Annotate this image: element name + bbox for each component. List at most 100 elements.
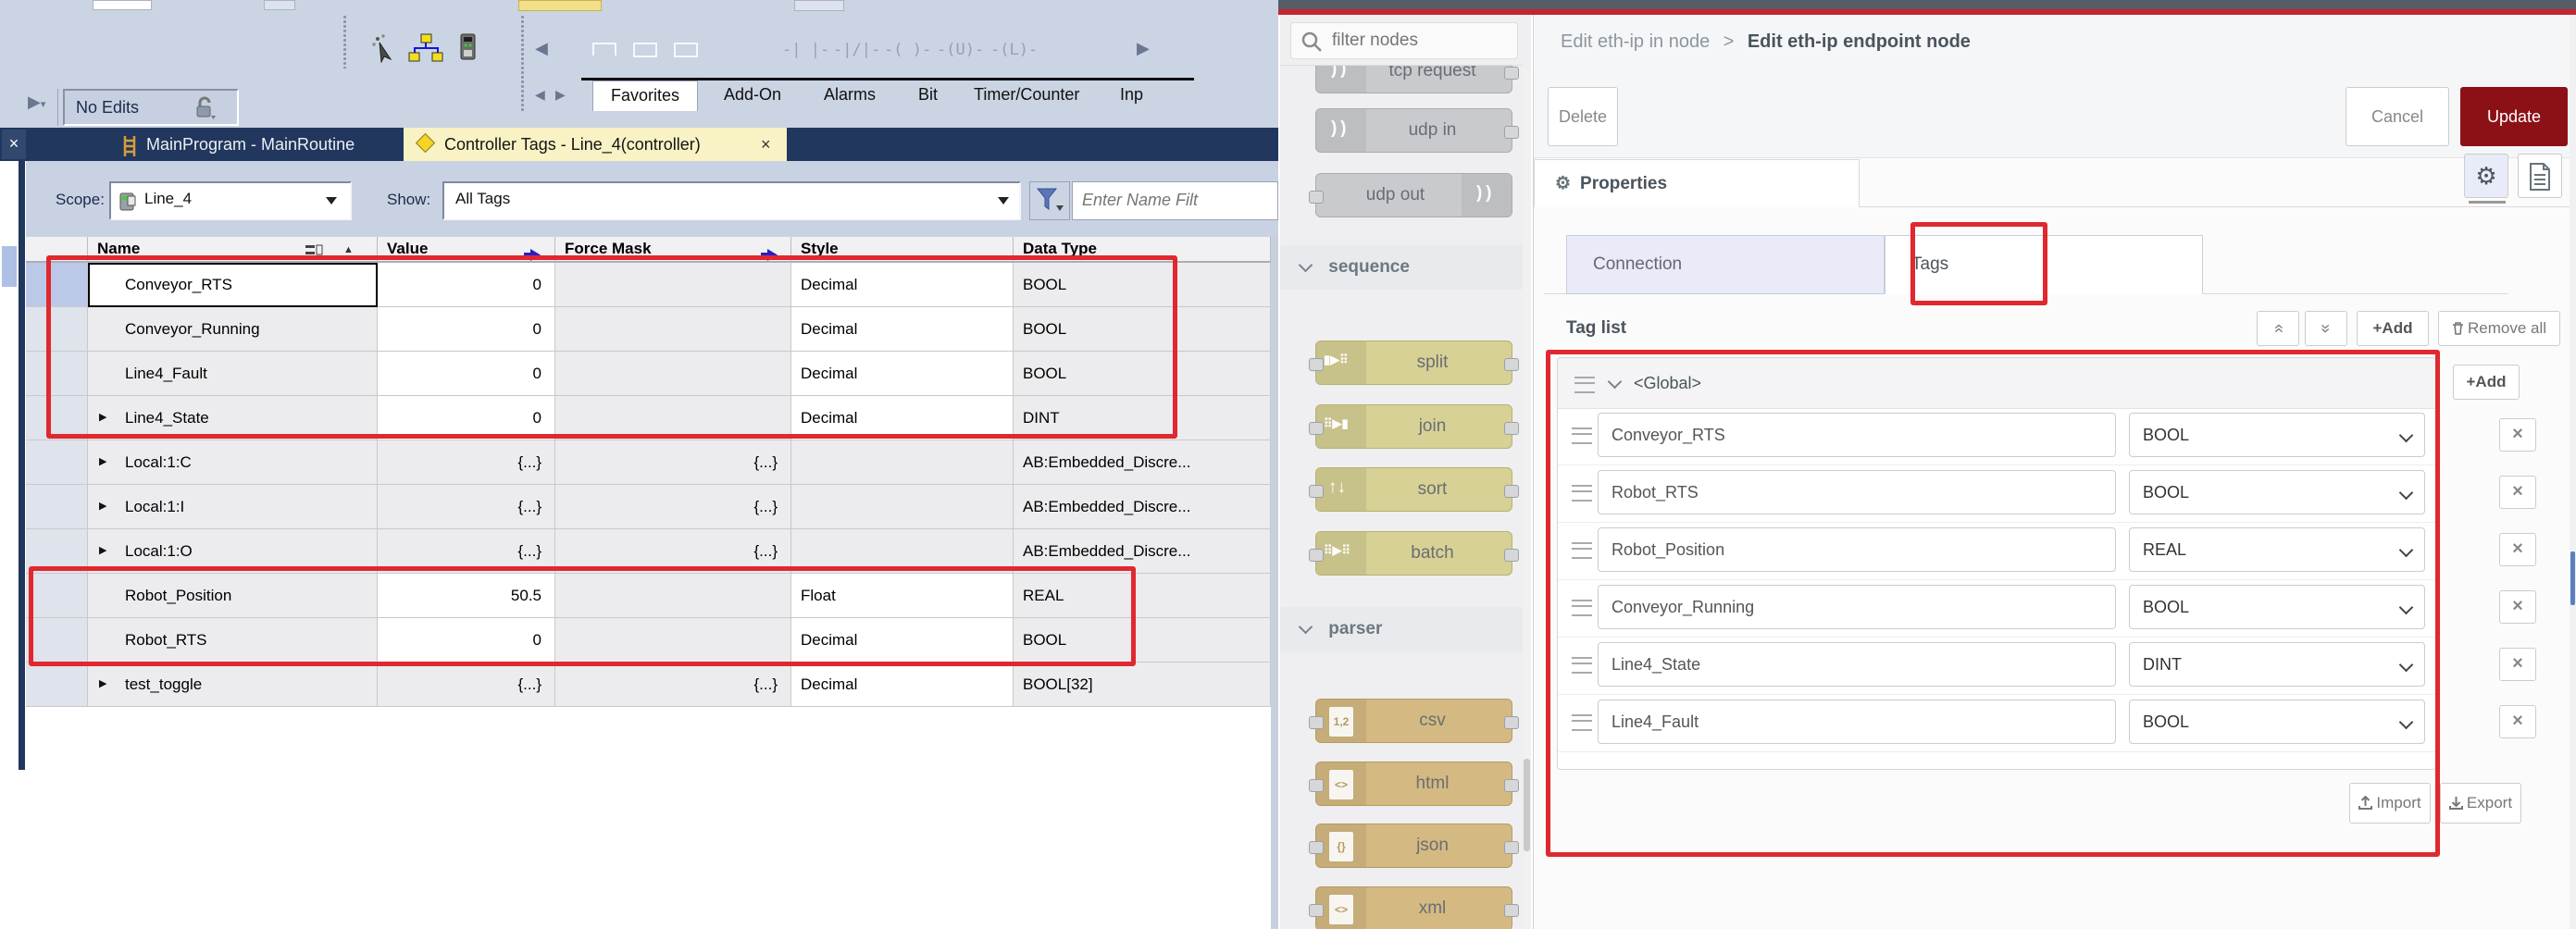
row-margin[interactable] xyxy=(26,440,88,485)
palette-node-sort[interactable]: ↑↓ sort xyxy=(1315,467,1512,512)
tag-group-header[interactable]: <Global> xyxy=(1558,358,2435,409)
row-margin[interactable] xyxy=(26,396,88,440)
move-up-button[interactable]: » xyxy=(2257,311,2299,346)
wand-pointer-icon[interactable] xyxy=(368,31,400,63)
tab-close-icon[interactable]: × xyxy=(761,128,771,161)
tag-name-cell[interactable]: Line4_Fault xyxy=(88,352,378,396)
tag-style-cell[interactable]: Decimal xyxy=(791,618,1014,663)
remove-tag-button[interactable]: × xyxy=(2499,476,2536,509)
row-margin[interactable] xyxy=(26,352,88,396)
name-filter-input[interactable] xyxy=(1080,190,1278,211)
tag-value-cell[interactable]: {...} xyxy=(378,663,555,707)
drag-handle-icon[interactable] xyxy=(1572,600,1592,616)
instruction-tab-addon[interactable]: Add-On xyxy=(724,85,781,105)
tag-name-cell[interactable]: ▶Local:1:C xyxy=(88,440,378,485)
remove-tag-button[interactable]: × xyxy=(2499,648,2536,681)
expand-arrow-icon[interactable]: ▶ xyxy=(99,529,106,573)
toolbar-overflow-button[interactable]: ▶▾ xyxy=(28,93,45,112)
tag-force-cell[interactable] xyxy=(555,307,791,352)
tag-name-cell[interactable]: ▶test_toggle xyxy=(88,663,378,707)
tag-value-cell[interactable]: {...} xyxy=(378,440,555,485)
tag-type-select[interactable]: REAL xyxy=(2129,527,2425,572)
tag-type-cell[interactable]: BOOL xyxy=(1014,618,1271,663)
output-port[interactable] xyxy=(1504,549,1519,562)
palette-node-json[interactable]: {} json xyxy=(1315,824,1512,868)
output-port[interactable] xyxy=(1504,422,1519,435)
remove-all-button[interactable]: Remove all xyxy=(2438,311,2560,346)
palette-node-join[interactable]: ⠿▶▮ join xyxy=(1315,404,1512,449)
tag-value-cell[interactable]: 0 xyxy=(378,618,555,663)
left-rail-selection[interactable] xyxy=(2,246,17,287)
palette-category-sequence[interactable]: sequence xyxy=(1280,245,1523,290)
tag-name-cell[interactable]: Robot_Position xyxy=(88,574,378,618)
row-margin[interactable] xyxy=(26,307,88,352)
instruction-tabs-scroll-left[interactable]: ◀ xyxy=(535,87,545,103)
tag-type-cell[interactable]: BOOL[32] xyxy=(1014,663,1271,707)
tag-force-cell[interactable]: {...} xyxy=(555,529,791,574)
tag-force-cell[interactable]: {...} xyxy=(555,663,791,707)
drag-handle-icon[interactable] xyxy=(1572,542,1592,559)
ote-instruction-icon[interactable]: -( )- xyxy=(884,41,931,59)
tag-force-cell[interactable] xyxy=(555,618,791,663)
output-port[interactable] xyxy=(1504,358,1519,371)
row-margin[interactable] xyxy=(26,618,88,663)
rung-icon[interactable] xyxy=(592,43,616,56)
palette-node-html[interactable]: <> html xyxy=(1315,762,1512,806)
tag-type-cell[interactable]: AB:Embedded_Discre... xyxy=(1014,529,1271,574)
tab-connection[interactable]: Connection xyxy=(1566,235,1885,294)
column-header-name[interactable]: Name ▲ xyxy=(88,237,378,263)
row-margin[interactable] xyxy=(26,485,88,529)
tag-style-cell[interactable]: Decimal xyxy=(791,663,1014,707)
tag-name-input[interactable]: Line4_Fault xyxy=(1598,700,2116,744)
tag-value-cell[interactable]: 0 xyxy=(378,307,555,352)
palette-node-udp-in[interactable]: ) ) udp in xyxy=(1315,108,1512,153)
xic-instruction-icon[interactable]: -| |- xyxy=(782,41,829,59)
tag-type-select[interactable]: BOOL xyxy=(2129,413,2425,457)
tag-name-cell[interactable]: ▶Local:1:O xyxy=(88,529,378,574)
row-margin[interactable] xyxy=(26,663,88,707)
output-port[interactable] xyxy=(1504,779,1519,792)
palette-node-xml[interactable]: <> xml xyxy=(1315,886,1512,929)
scope-dropdown-arrow[interactable] xyxy=(326,197,337,204)
tag-type-select[interactable]: BOOL xyxy=(2129,700,2425,744)
tag-style-cell[interactable]: Float xyxy=(791,574,1014,618)
left-rail-divider[interactable] xyxy=(19,161,25,770)
panel-close-button[interactable]: × xyxy=(2,130,26,159)
update-button[interactable]: Update xyxy=(2460,87,2568,146)
tag-value-cell[interactable]: {...} xyxy=(378,529,555,574)
tag-style-cell[interactable] xyxy=(791,440,1014,485)
output-port[interactable] xyxy=(1504,485,1519,498)
input-port[interactable] xyxy=(1309,779,1324,792)
lock-icon[interactable] xyxy=(193,95,217,132)
output-port[interactable] xyxy=(1504,904,1519,917)
chevron-down-icon[interactable] xyxy=(1608,375,1623,390)
tag-name-cell[interactable]: ▶Local:1:I xyxy=(88,485,378,529)
cancel-button[interactable]: Cancel xyxy=(2346,87,2449,146)
table-right-gutter[interactable] xyxy=(1271,237,1278,929)
tag-force-cell[interactable] xyxy=(555,263,791,307)
tray-scrollbar-thumb[interactable] xyxy=(2570,551,2575,605)
input-port[interactable] xyxy=(1309,549,1324,562)
input-port[interactable] xyxy=(1309,904,1324,917)
properties-view-button[interactable]: ⚙ xyxy=(2464,154,2508,198)
drag-handle-icon[interactable] xyxy=(1574,377,1595,393)
tab-tags[interactable]: Tags xyxy=(1885,235,2203,294)
otu-instruction-icon[interactable]: -(U)- xyxy=(937,41,984,59)
xio-instruction-icon[interactable]: -|/|- xyxy=(833,41,880,59)
palette-scrollbar-thumb[interactable] xyxy=(1524,759,1530,851)
tag-style-cell[interactable] xyxy=(791,485,1014,529)
tag-name-input[interactable]: Robot_RTS xyxy=(1598,470,2116,514)
breadcrumb-parent[interactable]: Edit eth-ip in node xyxy=(1561,31,1710,52)
tag-style-cell[interactable]: Decimal xyxy=(791,396,1014,440)
otl-instruction-icon[interactable]: -(L)- xyxy=(990,41,1038,59)
tag-type-select[interactable]: BOOL xyxy=(2129,585,2425,629)
drag-handle-icon[interactable] xyxy=(1572,714,1592,731)
tag-name-cell[interactable]: Conveyor_Running xyxy=(88,307,378,352)
filter-funnel-button[interactable] xyxy=(1029,181,1070,220)
instruction-scroll-left[interactable]: ◀ xyxy=(535,39,548,58)
network-tree-icon[interactable] xyxy=(407,33,444,63)
instruction-tab-bit[interactable]: Bit xyxy=(918,85,938,105)
instruction-tab-favorites[interactable]: Favorites xyxy=(592,81,698,111)
column-header-data-type[interactable]: Data Type xyxy=(1014,237,1271,263)
input-port[interactable] xyxy=(1309,485,1324,498)
